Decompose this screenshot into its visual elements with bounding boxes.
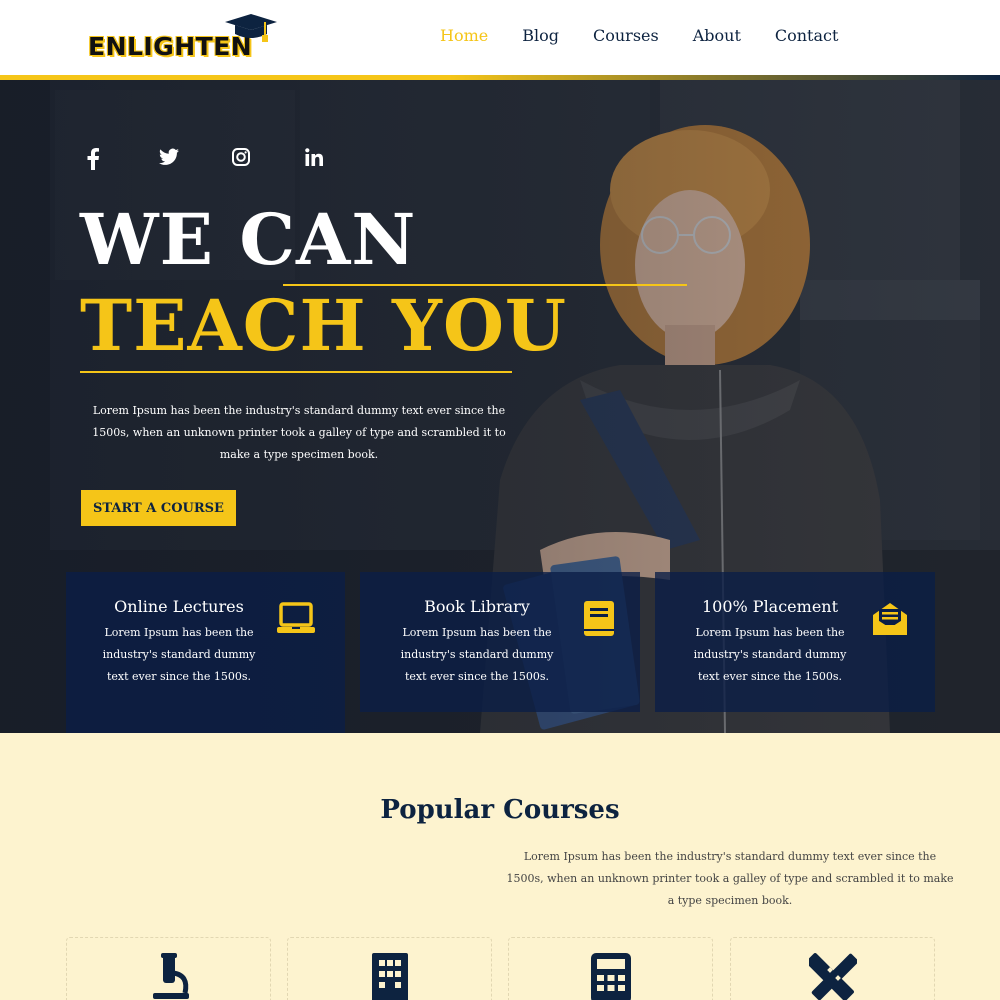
nav-about[interactable]: About: [693, 26, 741, 45]
feature-text: Lorem Ipsum has been the industry's stan…: [102, 626, 256, 683]
course-card-mathematics[interactable]: [508, 937, 713, 1000]
feature-text: Lorem Ipsum has been the industry's stan…: [400, 626, 554, 683]
hero-description: Lorem Ipsum has been the industry's stan…: [92, 404, 506, 461]
graduation-cap-icon: [225, 14, 277, 42]
twitter-icon[interactable]: [159, 148, 232, 172]
popular-courses-title: Popular Courses: [380, 795, 620, 825]
feature-card-online-lectures[interactable]: Online Lectures Lorem Ipsum has been the…: [66, 572, 345, 733]
nav-blog[interactable]: Blog: [522, 26, 559, 45]
popular-courses-description: Lorem Ipsum has been the industry's stan…: [506, 850, 954, 907]
feature-card-placement[interactable]: 100% Placement Lorem Ipsum has been the …: [655, 572, 935, 712]
hero-section: WE CAN TEACH YOU Lorem Ipsum has been th…: [0, 80, 1000, 733]
linkedin-icon[interactable]: [305, 148, 378, 172]
course-card-design[interactable]: [730, 937, 935, 1000]
feature-text: Lorem Ipsum has been the industry's stan…: [693, 626, 847, 683]
laptop-icon: [277, 602, 315, 633]
hero-title-underline2: [80, 371, 512, 373]
hero-title-line2: TEACH YOU: [80, 284, 567, 367]
course-card-architecture[interactable]: [287, 937, 492, 1000]
course-card-science[interactable]: [66, 937, 271, 1000]
envelope-open-icon: [873, 603, 907, 635]
feature-card-book-library[interactable]: Book Library Lorem Ipsum has been the in…: [360, 572, 640, 712]
hero-title-line1: WE CAN: [80, 198, 417, 281]
feature-title: 100% Placement: [701, 597, 839, 616]
social-links: [86, 148, 378, 172]
calculator-icon: [590, 953, 631, 1000]
logo[interactable]: ENLIGHTEN: [88, 12, 288, 64]
feature-title: Online Lectures: [114, 597, 244, 616]
feature-title: Book Library: [424, 597, 530, 616]
nav-contact[interactable]: Contact: [775, 26, 839, 45]
book-icon: [584, 601, 614, 636]
facebook-icon[interactable]: [86, 148, 159, 172]
nav-home[interactable]: Home: [440, 26, 488, 45]
drafting-tools-icon: [808, 953, 857, 1000]
instagram-icon[interactable]: [232, 148, 305, 172]
microscope-icon: [152, 953, 189, 999]
main-nav: Home Blog Courses About Contact: [440, 26, 872, 45]
site-header: ENLIGHTEN Home Blog Courses About Contac…: [0, 0, 1000, 76]
nav-courses[interactable]: Courses: [593, 26, 659, 45]
start-course-button[interactable]: START A COURSE: [81, 490, 236, 526]
building-icon: [371, 953, 408, 1000]
